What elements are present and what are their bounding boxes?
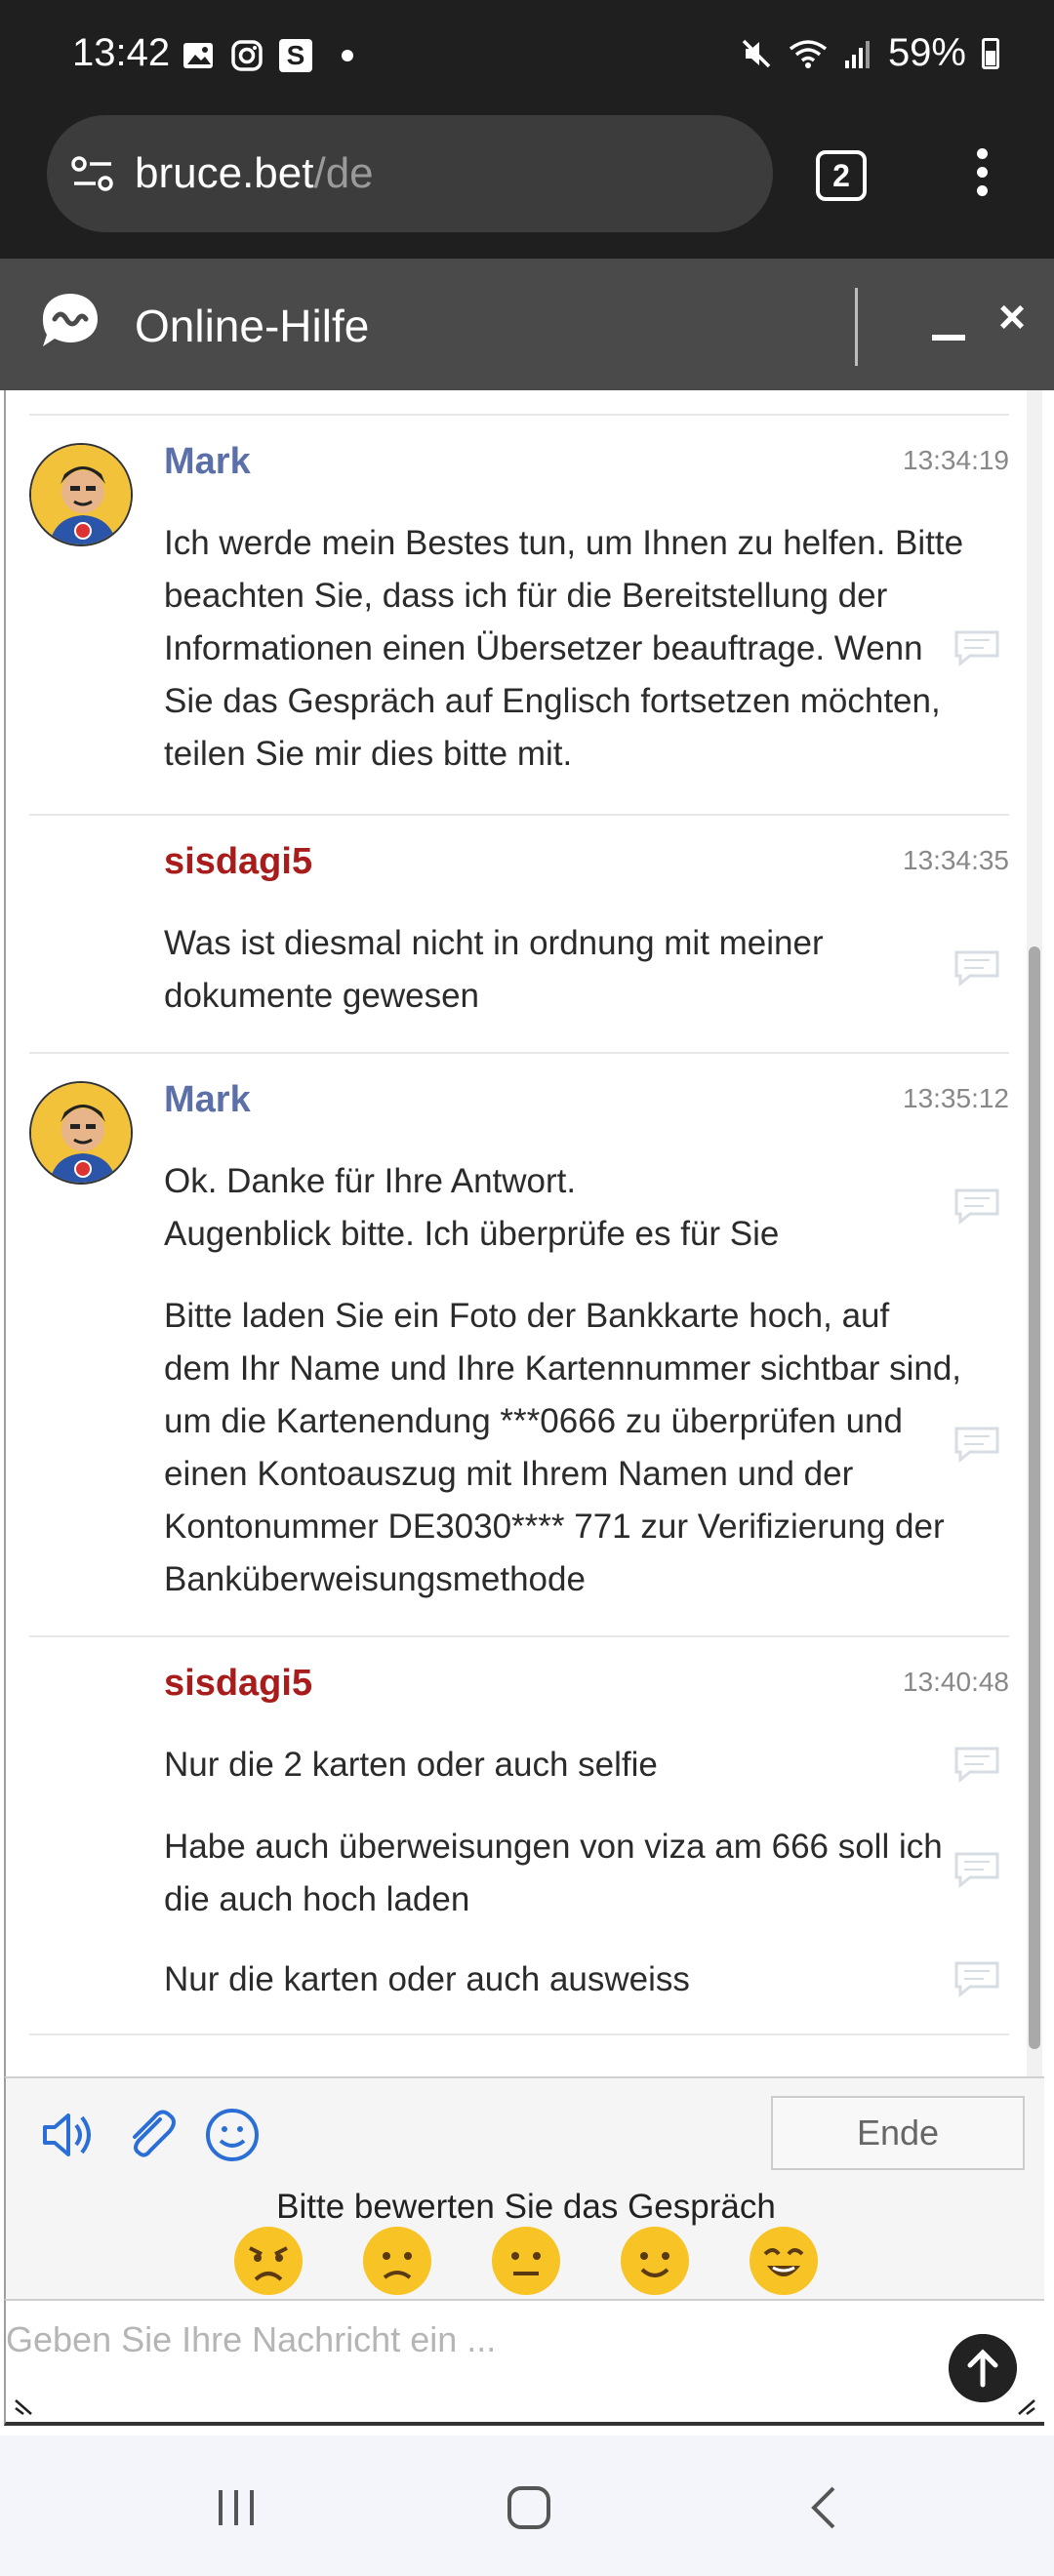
minimize-button[interactable] [932,335,965,341]
message-author: sisdagi5 [164,1663,313,1704]
emoji-picker-icon[interactable] [203,2106,262,2164]
agent-avatar [29,443,133,546]
message-group: Mark 13:34:19 Ich werde mein Bestes tun,… [29,414,1009,814]
message-author: Mark [164,1079,251,1120]
message-input[interactable] [6,2311,923,2369]
status-time: 13:42 [72,31,171,74]
status-notification-icons: S [182,39,353,72]
wifi-icon [789,39,828,68]
message-text: Nur die karten oder auch ausweiss [164,1960,690,1998]
message-time: 13:34:35 [903,845,1009,875]
send-button[interactable] [949,2334,1017,2402]
url-domain: bruce.bet [135,149,314,197]
angry-face-icon[interactable] [232,2225,304,2297]
browser-menu-icon[interactable] [972,148,992,205]
android-nav-bar [0,2435,1054,2576]
message-group: sisdagi5 13:40:48 Nur die 2 karten oder … [29,1635,1009,2035]
message-text: Nur die 2 karten oder auch selfie [164,1746,658,1784]
resize-handle-left-icon[interactable] [14,2395,35,2416]
agent-avatar [29,1081,133,1185]
neutral-face-icon[interactable] [490,2225,562,2297]
message-bubble-icon [954,1427,999,1464]
message-author: sisdagi5 [164,841,313,882]
site-settings-icon[interactable] [70,154,115,193]
message-text: Ok. Danke für Ihre Antwort. Augenblick b… [164,1162,780,1253]
rating-prompt: Bitte bewerten Sie das Gespräch [276,2188,776,2226]
attachment-icon[interactable] [121,2106,180,2164]
status-bar: 13:42 S 59% [0,0,1054,115]
battery-icon [982,37,999,69]
chat-title: Online-Hilfe [135,301,370,351]
message-text: Habe auch überweisungen von viza am 666 … [164,1828,943,1918]
url-path: /de [313,149,374,197]
image-icon [183,43,213,68]
message-text: Ich werde mein Bestes tun, um Ihnen zu h… [164,524,964,773]
mute-icon [742,39,771,67]
header-divider [855,288,858,366]
dot-icon [342,50,353,61]
message-author: Mark [164,441,251,482]
message-bubble-icon [954,630,999,667]
message-group: sisdagi5 13:34:35 Was ist diesmal nicht … [29,814,1009,1052]
end-chat-button[interactable]: Ende [771,2096,1025,2170]
message-bubble-icon [954,1852,999,1889]
signal-icon [844,40,870,68]
message-time: 13:35:12 [903,1083,1009,1113]
recent-apps-icon[interactable] [207,2478,265,2537]
message-group: Mark 13:35:12 Ok. Danke für Ihre Antwort… [29,1052,1009,1635]
message-bubble-icon [954,1961,999,1998]
close-button[interactable]: × [993,295,1031,342]
battery-percent: 59% [887,31,966,74]
address-bar[interactable]: bruce.bet/de [47,115,773,232]
message-time: 13:40:48 [903,1667,1009,1697]
message-list[interactable]: Mark 13:34:19 Ich werde mein Bestes tun,… [4,390,1044,2076]
browser-toolbar: bruce.bet/de 2 [0,115,1054,259]
message-bubble-icon [954,950,999,987]
url-text[interactable]: bruce.bet/de [135,149,374,198]
message-composer [4,2299,1044,2426]
sad-face-icon[interactable] [361,2225,433,2297]
message-bubble-icon [954,1747,999,1784]
instagram-icon [231,40,263,71]
back-icon[interactable] [796,2478,855,2537]
message-text: Bitte laden Sie ein Foto der Bankkarte h… [164,1297,962,1598]
scrollbar-thumb[interactable] [1029,946,1040,2049]
tab-switcher-button[interactable]: 2 [816,150,867,201]
home-icon[interactable] [500,2478,558,2537]
chat-toolbar: Ende Bitte bewerten Sie das Gespräch [4,2076,1044,2299]
s-app-icon: S [279,39,312,72]
heart-eyes-face-icon[interactable] [748,2225,820,2297]
status-system-icons: 59% [740,31,999,75]
chat-logo-icon [43,294,98,346]
resize-handle-right-icon[interactable] [1015,2395,1036,2416]
message-bubble-icon [954,1188,999,1226]
chat-header: Online-Hilfe × [0,259,1054,390]
smile-face-icon[interactable] [619,2225,691,2297]
message-text: Was ist diesmal nicht in ordnung mit mei… [164,924,824,1015]
message-time: 13:34:19 [903,445,1009,475]
sound-icon[interactable] [39,2106,98,2164]
